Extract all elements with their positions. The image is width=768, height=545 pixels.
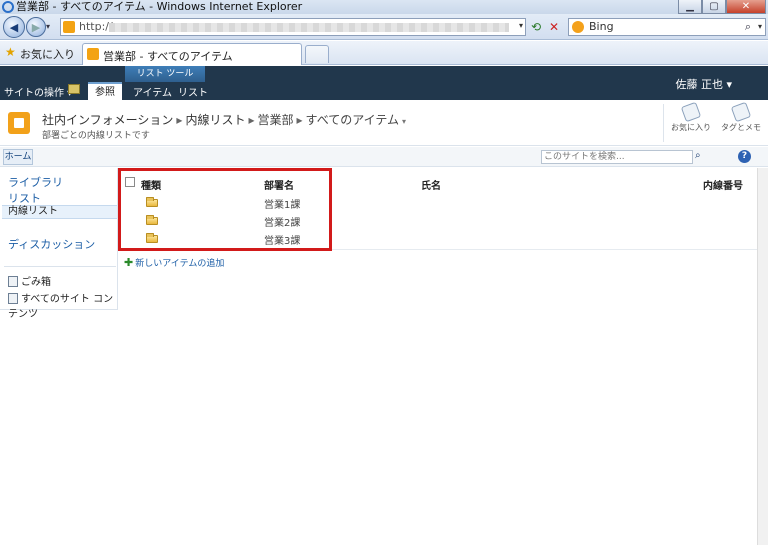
tab-items[interactable]: アイテム xyxy=(133,84,172,99)
ql-recycle-bin[interactable]: ごみ箱 xyxy=(8,273,51,288)
divider xyxy=(4,266,116,267)
search-icon[interactable]: ⌕ xyxy=(745,20,751,34)
window-controls: ▁ ▢ ✕ xyxy=(678,0,766,14)
breadcrumb: 社内インフォメーション ▸ 内線リスト ▸ 営業部 ▸ すべてのアイテム ▾ xyxy=(42,113,407,127)
chevron-down-icon[interactable]: ▾ xyxy=(519,21,523,30)
maximize-button[interactable]: ▢ xyxy=(702,0,726,14)
column-extension[interactable]: 内線番号 xyxy=(703,177,743,192)
breadcrumb-folder[interactable]: 営業部 xyxy=(257,113,293,127)
favorites-bar: ★ お気に入り 営業部 - すべてのアイテム xyxy=(0,41,768,65)
ql-discussions[interactable]: ディスカッション xyxy=(8,236,95,252)
tab-browse[interactable]: 参照 xyxy=(88,82,122,100)
ql-lists[interactable]: リスト xyxy=(8,190,41,206)
back-button[interactable]: ◀ xyxy=(3,16,25,38)
site-favicon-icon xyxy=(87,48,99,60)
browser-search-input[interactable]: Bing ⌕ ▾ xyxy=(568,18,766,36)
tab-list[interactable]: リスト xyxy=(178,84,208,99)
forward-button[interactable]: ▶ xyxy=(26,17,46,37)
window-titlebar: 営業部 - すべてのアイテム - Windows Internet Explor… xyxy=(0,0,768,14)
page-description: 部署ごとの内線リストです xyxy=(42,131,150,141)
breadcrumb-view[interactable]: すべてのアイテム xyxy=(306,113,399,127)
site-content-icon xyxy=(8,293,18,304)
chevron-down-icon[interactable]: ▾ xyxy=(758,22,762,31)
tab-home[interactable]: ホーム xyxy=(3,149,33,165)
site-search-input[interactable]: このサイトを検索... xyxy=(541,150,693,164)
search-icon[interactable]: ⌕ xyxy=(695,150,707,164)
history-dropdown-icon[interactable]: ▾ xyxy=(46,22,50,31)
new-tab-button[interactable] xyxy=(305,45,329,63)
browser-tab[interactable]: 営業部 - すべてのアイテム xyxy=(82,43,302,65)
plus-icon: ✚ xyxy=(124,256,134,269)
ql-extension-list[interactable]: 内線リスト xyxy=(2,205,117,219)
address-toolbar: ◀ ▶ ▾ http:// ▾ ⟲ ✕ Bing ⌕ ▾ xyxy=(0,14,768,40)
breadcrumb-list[interactable]: 内線リスト xyxy=(185,113,245,127)
ql-libraries[interactable]: ライブラリ xyxy=(8,174,63,190)
column-name[interactable]: 氏名 xyxy=(421,177,441,192)
close-button[interactable]: ✕ xyxy=(726,0,766,14)
chevron-down-icon[interactable]: ▾ xyxy=(402,117,406,126)
i-like-it-button[interactable]: お気に入り xyxy=(667,101,715,142)
help-icon[interactable]: ? xyxy=(738,150,751,163)
url-redacted xyxy=(109,23,509,32)
user-menu[interactable]: 佐藤 正也 ▾ xyxy=(675,76,732,92)
divider xyxy=(663,104,664,142)
url-text: http:// xyxy=(79,20,113,33)
like-tag-icon xyxy=(680,101,702,123)
tab-title: 営業部 - すべてのアイテム xyxy=(103,50,233,63)
tags-notes-icon xyxy=(730,101,752,123)
highlight-box xyxy=(118,168,332,251)
add-new-item-link[interactable]: ✚ 新しいアイテムの追加 xyxy=(124,256,224,269)
like-label: お気に入り xyxy=(671,123,711,132)
site-favicon-icon xyxy=(63,21,75,33)
vertical-scrollbar[interactable] xyxy=(757,168,768,545)
address-input[interactable]: http:// ▾ xyxy=(60,18,526,36)
list-tools-group: リスト ツール xyxy=(125,66,205,82)
site-logo-icon xyxy=(8,112,30,134)
stop-icon[interactable]: ✕ xyxy=(546,19,562,35)
page-header: 社内インフォメーション ▸ 内線リスト ▸ 営業部 ▸ すべてのアイテム ▾ 部署ごとの内線リ… xyxy=(0,100,768,146)
site-actions-menu[interactable]: サイトの操作 ▾ xyxy=(4,84,72,99)
ql-all-site-content[interactable]: すべてのサイト コンテンツ xyxy=(8,290,117,320)
recycle-bin-icon xyxy=(8,276,18,287)
star-icon[interactable]: ★ xyxy=(5,45,16,59)
navigate-up-icon[interactable] xyxy=(68,84,80,94)
minimize-button[interactable]: ▁ xyxy=(678,0,702,14)
sharepoint-ribbon: サイトの操作 ▾ 参照 リスト ツール アイテム リスト 佐藤 正也 ▾ xyxy=(0,66,768,100)
ie-logo-icon xyxy=(2,1,14,13)
favorites-button[interactable]: お気に入り xyxy=(20,46,75,62)
window-title: 営業部 - すべてのアイテム - Windows Internet Explor… xyxy=(16,0,303,13)
refresh-icon[interactable]: ⟲ xyxy=(528,19,544,35)
quick-launch: ライブラリ リスト 内線リスト ディスカッション ごみ箱 すべてのサイト コンテ… xyxy=(0,168,118,320)
breadcrumb-site[interactable]: 社内インフォメーション xyxy=(42,113,173,127)
bing-icon xyxy=(572,21,584,33)
top-nav: ホーム このサイトを検索... ⌕ ? xyxy=(0,147,768,167)
tags-notes-button[interactable]: タグとメモ xyxy=(717,101,765,142)
search-provider-label: Bing xyxy=(589,20,614,33)
tags-notes-label: タグとメモ xyxy=(721,123,761,132)
